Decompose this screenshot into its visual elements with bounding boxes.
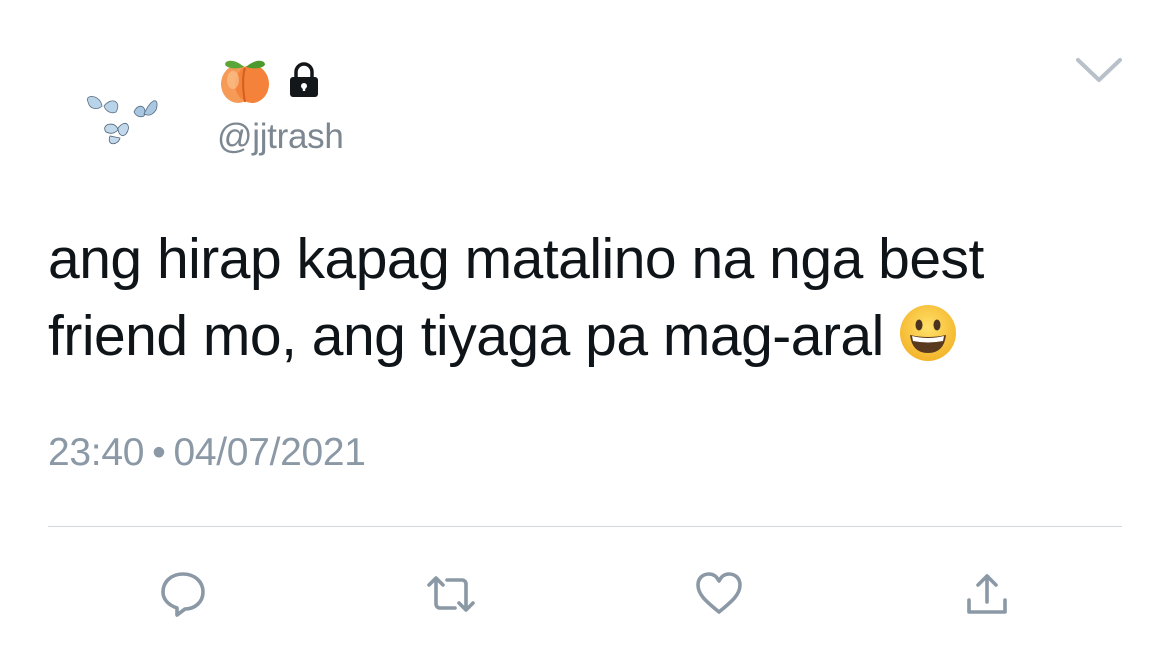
tweet-text-line: ang hirap kapag matalino na nga best: [48, 227, 984, 291]
butterfly-avatar-icon: [86, 96, 158, 145]
tweet-card: @jjtrash ang hirap kapag matalino na nga…: [0, 0, 1170, 662]
share-icon: [967, 574, 1007, 614]
tweet-date: 04/07/2021: [173, 431, 366, 474]
grinning-face-emoji-icon: [899, 305, 956, 361]
peach-emoji-icon: [221, 60, 269, 103]
tweet-text: ang hirap kapag matalino na nga best fri…: [48, 221, 1128, 375]
heart-icon: [696, 572, 742, 614]
speech-bubble-icon: [161, 572, 205, 617]
tweet-text-line: friend mo, ang tiyaga pa mag-aral: [48, 304, 884, 368]
reply-button[interactable]: [155, 566, 211, 622]
share-button[interactable]: [959, 566, 1015, 622]
tweet-time: 23:40: [48, 431, 145, 474]
retweet-button[interactable]: [423, 566, 479, 622]
separator-dot: •: [152, 431, 166, 474]
display-name[interactable]: [218, 52, 324, 106]
divider: [48, 526, 1122, 527]
retweet-icon: [427, 576, 475, 612]
avatar[interactable]: [82, 92, 162, 152]
lock-icon: [290, 62, 318, 97]
like-button[interactable]: [691, 566, 747, 622]
user-handle[interactable]: @jjtrash: [217, 117, 344, 157]
more-options-button[interactable]: [1072, 52, 1126, 88]
chevron-down-icon: [1076, 58, 1122, 82]
timestamp[interactable]: 23:40 • 04/07/2021: [48, 431, 366, 475]
